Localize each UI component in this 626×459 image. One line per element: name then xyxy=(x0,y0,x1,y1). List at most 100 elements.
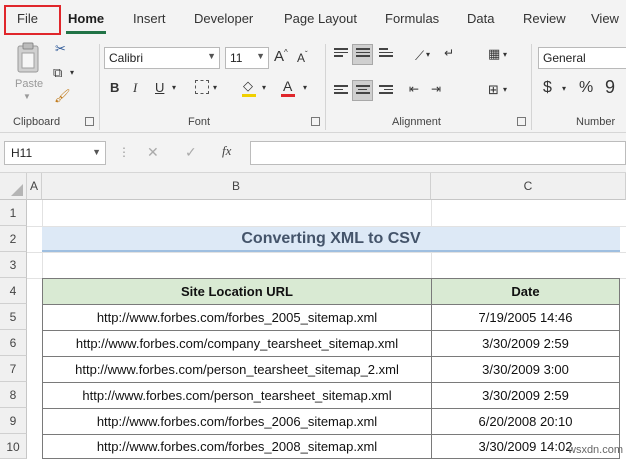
date-cell[interactable]: 3/30/2009 2:59 xyxy=(431,382,620,409)
name-box-value: H11 xyxy=(11,146,33,160)
tab-insert[interactable]: Insert xyxy=(133,11,166,26)
tab-home[interactable]: Home xyxy=(68,11,104,26)
url-cell[interactable]: http://www.forbes.com/company_tearsheet_… xyxy=(42,330,432,357)
url-cell[interactable]: http://www.forbes.com/forbes_2008_sitema… xyxy=(42,434,432,459)
italic-icon[interactable]: I xyxy=(133,81,137,94)
enter-icon[interactable]: ✓ xyxy=(185,144,197,161)
chevron-down-icon[interactable]: ▾ xyxy=(213,84,217,92)
chevron-down-icon: ▼ xyxy=(256,51,265,61)
bold-icon[interactable]: B xyxy=(110,81,119,94)
currency-icon[interactable]: $ xyxy=(543,80,552,96)
chevron-down-icon: ▼ xyxy=(207,51,216,61)
header-site-location-url[interactable]: Site Location URL xyxy=(42,278,432,305)
wrap-text-icon[interactable]: ↵ xyxy=(444,47,454,59)
format-painter-icon[interactable]: 🖌 xyxy=(54,89,71,102)
row-header-5[interactable]: 5 xyxy=(0,304,27,330)
active-tab-indicator xyxy=(66,31,106,34)
dialog-launcher-icon[interactable] xyxy=(85,117,94,126)
align-left-icon[interactable] xyxy=(334,85,348,97)
chevron-down-icon[interactable]: ▾ xyxy=(562,85,566,93)
row-header-8[interactable]: 8 xyxy=(0,382,27,408)
align-bottom-icon[interactable] xyxy=(379,48,393,60)
tab-data[interactable]: Data xyxy=(467,11,494,26)
formula-input[interactable] xyxy=(250,141,626,165)
date-cell[interactable]: 7/19/2005 14:46 xyxy=(431,304,620,331)
chevron-down-icon[interactable]: ▾ xyxy=(262,84,266,92)
sheet-title[interactable]: Converting XML to CSV xyxy=(42,227,620,252)
decrease-indent-icon[interactable]: ⇤ xyxy=(409,83,419,95)
date-cell[interactable]: 6/20/2008 20:10 xyxy=(431,408,620,435)
url-cell[interactable]: http://www.forbes.com/forbes_2005_sitema… xyxy=(42,304,432,331)
decrease-font-icon[interactable]: Aˇ xyxy=(297,51,308,65)
percent-icon[interactable]: % xyxy=(579,80,593,96)
chevron-down-icon[interactable]: ▾ xyxy=(172,84,176,92)
number-format-combo[interactable]: General xyxy=(538,47,626,69)
fill-color-swatch xyxy=(242,94,256,97)
borders-icon[interactable] xyxy=(195,80,209,94)
chevron-down-icon[interactable]: ▾ xyxy=(503,51,507,59)
chevron-down-icon[interactable]: ▾ xyxy=(303,84,307,92)
tab-formulas[interactable]: Formulas xyxy=(385,11,439,26)
align-right-icon[interactable] xyxy=(379,85,393,97)
row-header-9[interactable]: 9 xyxy=(0,408,27,434)
dialog-launcher-icon[interactable] xyxy=(517,117,526,126)
tab-view[interactable]: View xyxy=(591,11,619,26)
clipboard-group-label: Clipboard xyxy=(13,116,61,128)
number-group-label: Number xyxy=(576,116,616,128)
row-header-2[interactable]: 2 xyxy=(0,226,27,252)
insert-function-icon[interactable]: fx xyxy=(222,143,231,159)
font-color-swatch xyxy=(281,94,295,97)
fill-color-icon[interactable]: ◇ xyxy=(243,79,253,92)
dialog-launcher-icon[interactable] xyxy=(311,117,320,126)
increase-indent-icon[interactable]: ⇥ xyxy=(431,83,441,95)
clipboard-icon xyxy=(17,42,39,73)
gridline xyxy=(27,252,626,253)
ribbon: Paste ▼ ✂ ⧉ ▾ 🖌 Clipboard Calibri ▼ 11 ▼… xyxy=(0,38,626,133)
row-header-4[interactable]: 4 xyxy=(0,278,27,304)
column-header-a[interactable]: A xyxy=(27,173,42,200)
cut-icon[interactable]: ✂ xyxy=(55,42,66,55)
tab-page-layout[interactable]: Page Layout xyxy=(284,11,357,26)
copy-icon[interactable]: ⧉ xyxy=(53,66,62,79)
increase-font-icon[interactable]: A^ xyxy=(274,49,288,65)
underline-icon[interactable]: U xyxy=(155,81,164,94)
chevron-down-icon[interactable]: ▾ xyxy=(70,69,74,77)
merge-center-icon[interactable]: ⊞ xyxy=(488,83,499,96)
date-cell[interactable]: 3/30/2009 2:59 xyxy=(431,330,620,357)
worksheet-grid[interactable]: A B C 1 2 3 4 5 6 7 8 9 10 Converting XM… xyxy=(0,173,626,459)
chevron-down-icon[interactable]: ▾ xyxy=(503,86,507,94)
tab-developer[interactable]: Developer xyxy=(194,11,253,26)
font-color-icon[interactable]: A xyxy=(283,79,292,93)
cancel-icon[interactable]: ✕ xyxy=(147,144,159,161)
url-cell[interactable]: http://www.forbes.com/person_tearsheet_s… xyxy=(42,382,432,409)
paste-button[interactable] xyxy=(15,42,43,74)
merge-icon[interactable]: ▦ xyxy=(488,47,500,60)
align-middle-icon[interactable] xyxy=(356,48,370,60)
align-center-icon[interactable] xyxy=(356,85,370,97)
font-size-combo[interactable]: 11 ▼ xyxy=(225,47,269,69)
paste-label: Paste xyxy=(15,78,44,90)
column-header-b[interactable]: B xyxy=(42,173,431,200)
column-header-c[interactable]: C xyxy=(431,173,626,200)
row-header-7[interactable]: 7 xyxy=(0,356,27,382)
row-header-6[interactable]: 6 xyxy=(0,330,27,356)
more-options-icon: ⋮ xyxy=(118,145,130,159)
name-box[interactable]: H11 ▼ xyxy=(4,141,106,165)
chevron-down-icon[interactable]: ▾ xyxy=(426,51,430,59)
row-header-3[interactable]: 3 xyxy=(0,252,27,278)
font-name-combo[interactable]: Calibri ▼ xyxy=(104,47,220,69)
comma-style-icon[interactable]: 9 xyxy=(605,78,615,96)
number-format-value: General xyxy=(543,51,586,65)
tab-review[interactable]: Review xyxy=(523,11,566,26)
row-header-10[interactable]: 10 xyxy=(0,434,27,459)
row-header-1[interactable]: 1 xyxy=(0,200,27,226)
font-group-label: Font xyxy=(188,116,211,128)
chevron-down-icon: ▼ xyxy=(92,147,101,157)
select-all-corner[interactable] xyxy=(0,173,27,200)
header-date[interactable]: Date xyxy=(431,278,620,305)
url-cell[interactable]: http://www.forbes.com/forbes_2006_sitema… xyxy=(42,408,432,435)
date-cell[interactable]: 3/30/2009 3:00 xyxy=(431,356,620,383)
url-cell[interactable]: http://www.forbes.com/person_tearsheet_s… xyxy=(42,356,432,383)
align-top-icon[interactable] xyxy=(334,48,348,60)
orientation-icon[interactable]: ⟋ xyxy=(415,49,424,62)
